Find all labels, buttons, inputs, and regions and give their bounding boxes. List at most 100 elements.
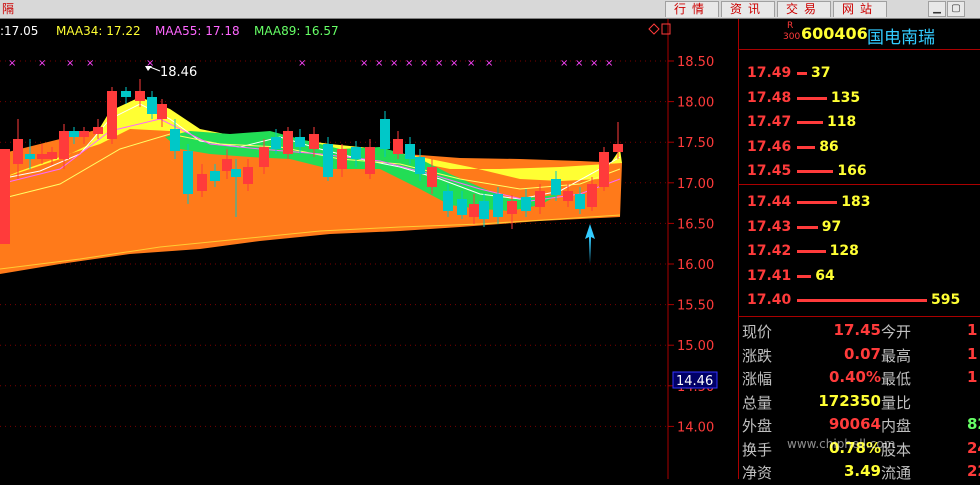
sell-volume-bar xyxy=(797,96,827,100)
signal-marker-icon: × xyxy=(575,58,583,69)
info-label: 现价 xyxy=(742,323,773,341)
info-label-2: 流通 xyxy=(881,464,912,482)
buy-price: 17.41 xyxy=(747,267,792,284)
quote-panel: R 300 600406 国电南瑞 17.49 37 17.48 135 17.47 11… xyxy=(738,19,980,482)
sell-row[interactable]: 17.46 86 xyxy=(739,137,980,161)
minimize-icon[interactable]: ▁ xyxy=(928,1,946,17)
sell-price: 17.47 xyxy=(747,114,792,130)
candle-body xyxy=(13,139,23,164)
stock-code: 600406 xyxy=(801,24,868,43)
candle-body xyxy=(231,169,241,177)
signal-marker-icon: × xyxy=(590,58,598,69)
info-value-2: 82 xyxy=(967,415,980,433)
top-menu-bar: 隔 行情 资讯 交易 网站 ▁ ▢ xyxy=(0,0,980,19)
buy-row[interactable]: 17.44 183 xyxy=(739,192,980,216)
price-axis-label: 17.00 xyxy=(677,177,714,192)
tab-news[interactable]: 资讯 xyxy=(721,1,776,17)
sell-price: 17.48 xyxy=(747,89,792,106)
price-axis-label: 18.00 xyxy=(677,96,714,111)
maximize-icon[interactable]: ▢ xyxy=(947,1,965,17)
candle-body xyxy=(323,144,333,177)
kline-chart: × × × × × × × × × × × × × × × × × × × 18.46 18.5018.0017.5… xyxy=(0,19,718,479)
candle-body xyxy=(59,131,69,159)
price-axis-label: 18.50 xyxy=(677,55,714,70)
candle-body xyxy=(443,191,453,211)
info-value-2: 22 xyxy=(967,462,980,480)
ma-label-55: MAA55: 17.18 xyxy=(155,24,240,38)
top-tabs: 行情 资讯 交易 网站 xyxy=(665,0,889,18)
candle-body xyxy=(47,152,57,159)
info-row: 外盘 90064内盘 82 xyxy=(739,415,980,438)
candle-body xyxy=(222,159,232,171)
buy-row[interactable]: 17.43 97 xyxy=(739,217,980,241)
sell-row[interactable]: 17.47 118 xyxy=(739,112,980,136)
sell-row[interactable]: 17.45 166 xyxy=(739,161,980,185)
candle-body xyxy=(197,174,207,191)
info-label: 总量 xyxy=(742,393,773,412)
info-row: 涨跌 0.07 最高 1 xyxy=(739,345,980,368)
ma-label-0: :17.05 xyxy=(0,24,39,38)
kline-chart-area[interactable]: × × × × × × × × × × × × × × × × × × × 18.46 18.50 18.00 17.5… xyxy=(0,19,738,479)
candle-body xyxy=(309,134,319,149)
signal-marker-icon: × xyxy=(435,58,443,69)
sell-row[interactable]: 17.48 135 xyxy=(739,88,980,112)
signal-marker-icon: × xyxy=(450,58,458,69)
info-value-2: 1 xyxy=(967,344,978,363)
sell-volume: 37 xyxy=(811,65,831,81)
signal-marker-icon: × xyxy=(66,58,74,69)
stock-header: R 300 600406 国电南瑞 xyxy=(739,19,980,50)
candle-body xyxy=(587,184,597,207)
tab-website[interactable]: 网站 xyxy=(833,1,888,17)
candle-body xyxy=(535,191,545,207)
candle-body xyxy=(351,147,361,159)
tab-trade[interactable]: 交易 xyxy=(777,1,832,17)
candle-body xyxy=(613,144,623,152)
buy-row[interactable]: 17.41 64 xyxy=(739,266,980,290)
sell-row[interactable]: 17.49 37 xyxy=(739,63,980,87)
buy-volume: 97 xyxy=(821,218,842,235)
signal-markers: × × × × × × × × × × × × × × × × × × × xyxy=(8,58,613,69)
candle-body xyxy=(563,191,573,201)
ma-label-89: MAA89: 16.57 xyxy=(254,24,339,38)
candle-body xyxy=(147,97,157,114)
book-divider xyxy=(739,184,980,185)
buy-volume-bar xyxy=(797,250,826,253)
signal-marker-icon: × xyxy=(485,58,493,69)
sell-volume-bar xyxy=(797,170,834,173)
price-axis-label: 14.00 xyxy=(677,420,714,435)
candle-body xyxy=(365,147,375,174)
signal-marker-icon: × xyxy=(467,58,475,69)
buy-volume-bar xyxy=(797,274,812,278)
signal-marker-icon: × xyxy=(298,58,306,69)
info-row: 总量 172350 量比 xyxy=(739,392,980,415)
buy-price: 17.42 xyxy=(747,243,792,259)
price-axis-label: 15.50 xyxy=(677,299,714,314)
candle-body xyxy=(37,154,47,159)
tab-market[interactable]: 行情 xyxy=(665,1,720,17)
sell-volume: 86 xyxy=(819,138,839,155)
candle-body xyxy=(479,201,489,219)
info-label-2: 最高 xyxy=(881,346,912,365)
info-row: 现价 17.45 今开 1 xyxy=(739,321,980,344)
candle-body xyxy=(259,147,269,167)
info-label: 外盘 xyxy=(742,417,773,435)
buy-row[interactable]: 17.42 128 xyxy=(739,241,980,265)
signal-marker-icon: × xyxy=(605,58,613,69)
signal-marker-icon: × xyxy=(375,58,383,69)
candle-body xyxy=(170,129,180,151)
buy-row[interactable]: 17.40 595 xyxy=(739,290,980,314)
price-axis-label: 15.00 xyxy=(677,339,714,354)
info-value: 90064 xyxy=(828,415,881,433)
sell-price: 17.49 xyxy=(747,65,792,81)
candle-body xyxy=(405,144,415,159)
stock-name: 国电南瑞 xyxy=(867,28,935,48)
info-label-2: 今开 xyxy=(881,323,912,341)
buy-price: 17.43 xyxy=(747,218,792,235)
watermark-url: www.chiphell.com xyxy=(787,437,896,451)
info-divider xyxy=(739,316,980,317)
info-value: 0.07 xyxy=(843,344,881,363)
info-value: 3.49 xyxy=(843,462,881,480)
signal-marker-icon: × xyxy=(360,58,368,69)
sell-volume: 135 xyxy=(830,89,861,106)
info-label: 换手 xyxy=(742,440,773,459)
